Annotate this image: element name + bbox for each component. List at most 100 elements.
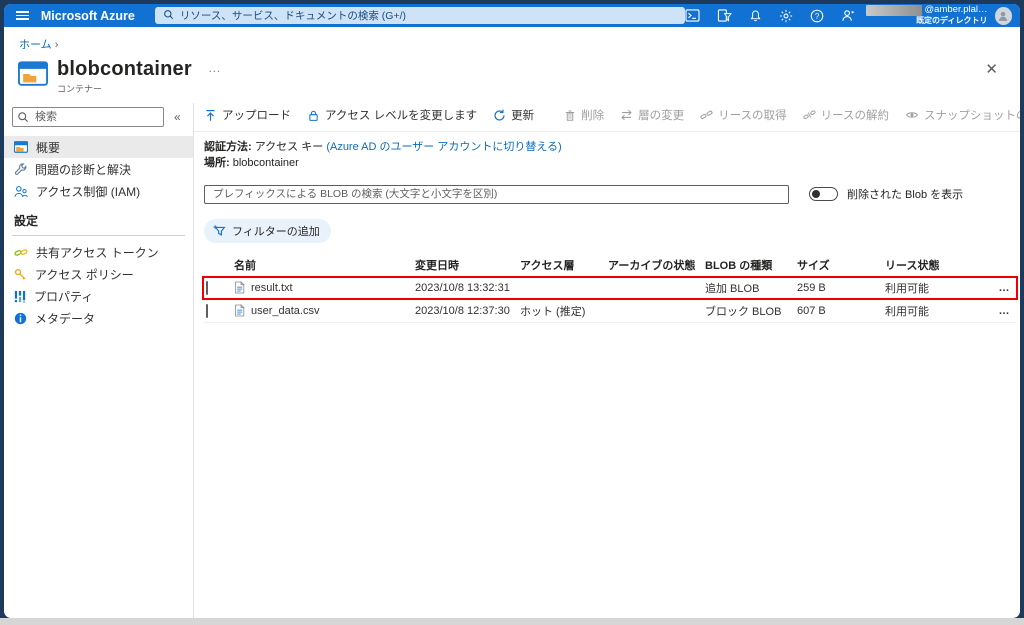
row-checkbox[interactable] — [206, 303, 208, 318]
file-icon — [235, 304, 245, 317]
blob-modified: 2023/10/8 12:37:30 — [415, 304, 510, 317]
info-icon — [14, 312, 27, 324]
global-search-placeholder: リソース、サービス、ドキュメントの検索 (G+/) — [179, 10, 406, 22]
col-header-archive[interactable]: アーカイブの状態 — [608, 257, 705, 273]
table-row[interactable]: result.txt 2023/10/8 13:32:31 追加 BLOB 25… — [202, 275, 1018, 300]
breadcrumb-home-link[interactable]: ホーム — [19, 39, 52, 51]
change-tier-button[interactable]: 層の変更 — [620, 107, 684, 123]
show-deleted-blobs-toggle[interactable] — [809, 187, 838, 202]
sidebar-item-label: 共有アクセス トークン — [36, 245, 159, 260]
top-bar: Microsoft Azure リソース、サービス、ドキュメントの検索 (G+/… — [4, 4, 1020, 27]
page-subtitle: コンテナー — [57, 84, 103, 94]
col-header-type[interactable]: BLOB の種類 — [705, 257, 797, 273]
location-line: 場所: blobcontainer — [204, 156, 299, 169]
sidebar-item-label: メタデータ — [35, 311, 96, 326]
hamburger-menu-icon[interactable] — [4, 11, 41, 20]
blob-table: 名前 変更日時 アクセス層 アーカイブの状態 BLOB の種類 サイズ リース状… — [202, 255, 1018, 323]
content-pane: アップロード アクセス レベルを変更します 更新 削除 層の変更 リースの取得 … — [194, 103, 1020, 618]
acquire-lease-button[interactable]: リースの取得 — [700, 107, 787, 123]
sidebar-item-shared-access-tokens[interactable]: 共有アクセス トークン — [4, 241, 193, 263]
add-filter-button[interactable]: フィルターの追加 — [204, 218, 331, 243]
blob-prefix-search-input[interactable] — [204, 184, 789, 204]
search-icon — [18, 112, 29, 123]
page-header: blobcontainer コンテナー … ✕ — [18, 58, 1020, 95]
sidebar-section-settings: 設定 — [14, 214, 39, 228]
account-info[interactable]: @amber.plal… 既定のディレクトリ — [865, 4, 988, 26]
blob-lease: 利用可能 — [885, 282, 929, 295]
notifications-bell-icon[interactable] — [749, 9, 762, 23]
sidebar-item-properties[interactable]: プロパティ — [4, 285, 193, 307]
row-menu-icon[interactable]: … — [989, 282, 1015, 294]
row-checkbox[interactable] — [206, 280, 208, 295]
more-options-icon[interactable]: … — [208, 60, 222, 75]
search-icon — [163, 7, 174, 25]
close-icon[interactable]: ✕ — [985, 60, 998, 78]
switch-auth-link[interactable]: (Azure AD のユーザー アカウントに切り替える) — [326, 141, 561, 153]
sidebar-item-diagnose[interactable]: 問題の診断と解決 — [4, 158, 193, 180]
sidebar-collapse-button[interactable]: « — [174, 110, 181, 124]
col-header-name[interactable]: 名前 — [234, 257, 415, 273]
sas-link-icon — [14, 248, 28, 256]
file-icon — [235, 281, 245, 294]
page-title: blobcontainer — [57, 58, 192, 80]
trash-icon — [566, 110, 575, 121]
wrench-icon — [14, 162, 27, 175]
global-search-input[interactable]: リソース、サービス、ドキュメントの検索 (G+/) — [154, 7, 685, 25]
lease-icon — [700, 110, 713, 119]
avatar[interactable] — [994, 6, 1012, 25]
brand-logo[interactable]: Microsoft Azure — [41, 9, 135, 23]
divider — [194, 131, 1020, 132]
refresh-button[interactable]: 更新 — [493, 107, 534, 123]
azure-portal-window: Microsoft Azure リソース、サービス、ドキュメントの検索 (G+/… — [4, 4, 1020, 618]
table-header-row: 名前 変更日時 アクセス層 アーカイブの状態 BLOB の種類 サイズ リース状… — [204, 255, 1016, 277]
filter-add-icon — [213, 225, 226, 237]
table-row[interactable]: user_data.csv 2023/10/8 12:37:30 ホット (推定… — [204, 300, 1016, 323]
col-header-tier[interactable]: アクセス層 — [520, 257, 608, 273]
people-icon — [14, 185, 28, 197]
break-lease-button[interactable]: リースの解約 — [802, 107, 889, 123]
blob-size: 607 B — [797, 304, 826, 317]
delete-button[interactable]: 削除 — [564, 107, 604, 123]
blob-name[interactable]: user_data.csv — [251, 305, 319, 317]
view-snapshots-button[interactable]: スナップショットの表示 — [905, 107, 1020, 123]
settings-gear-icon[interactable] — [779, 9, 793, 23]
sidebar-item-metadata[interactable]: メタデータ — [4, 307, 193, 329]
blob-type: 追加 BLOB — [705, 282, 760, 295]
eye-icon — [905, 112, 919, 118]
swap-arrows-icon — [621, 109, 632, 121]
cloud-shell-icon[interactable] — [684, 9, 700, 22]
redacted-account-name — [865, 5, 922, 17]
key-icon — [14, 268, 26, 280]
container-icon — [18, 61, 48, 91]
change-access-level-button[interactable]: アクセス レベルを変更します — [307, 107, 477, 123]
sidebar-item-access-control[interactable]: アクセス制御 (IAM) — [4, 180, 193, 202]
blob-tier: ホット (推定) — [520, 305, 586, 318]
breadcrumb: ホーム › — [19, 36, 1020, 52]
blob-type: ブロック BLOB — [705, 305, 782, 318]
divider — [12, 235, 185, 236]
col-header-size[interactable]: サイズ — [797, 257, 885, 273]
account-email: @amber.plal… — [924, 4, 988, 16]
col-header-lease[interactable]: リース状態 — [885, 257, 989, 273]
sidebar-item-access-policy[interactable]: アクセス ポリシー — [4, 263, 193, 285]
sidebar-item-label: プロパティ — [34, 289, 94, 304]
lock-icon — [309, 110, 318, 121]
help-icon[interactable]: ? — [810, 9, 824, 23]
blob-name[interactable]: result.txt — [251, 282, 293, 294]
toolbar: アップロード アクセス レベルを変更します 更新 削除 層の変更 リースの取得 … — [204, 105, 1020, 125]
sidebar-item-overview[interactable]: 概要 — [4, 136, 193, 158]
auth-method-line: 認証方法: アクセス キー (Azure AD のユーザー アカウントに切り替え… — [204, 141, 562, 153]
upload-icon — [206, 109, 215, 121]
row-menu-icon[interactable]: … — [989, 305, 1015, 317]
blob-size: 259 B — [797, 281, 826, 294]
directories-filter-icon[interactable] — [717, 9, 732, 22]
sidebar-item-label: アクセス制御 (IAM) — [36, 184, 141, 199]
col-header-modified[interactable]: 変更日時 — [415, 257, 520, 273]
sidebar-item-label: 問題の診断と解決 — [35, 162, 132, 177]
feedback-icon[interactable] — [841, 9, 856, 22]
sidebar-search-input[interactable] — [12, 107, 164, 127]
upload-button[interactable]: アップロード — [204, 107, 291, 123]
blob-modified: 2023/10/8 13:32:31 — [415, 281, 510, 294]
account-directory: 既定のディレクトリ — [916, 16, 988, 26]
container-icon — [14, 141, 28, 153]
